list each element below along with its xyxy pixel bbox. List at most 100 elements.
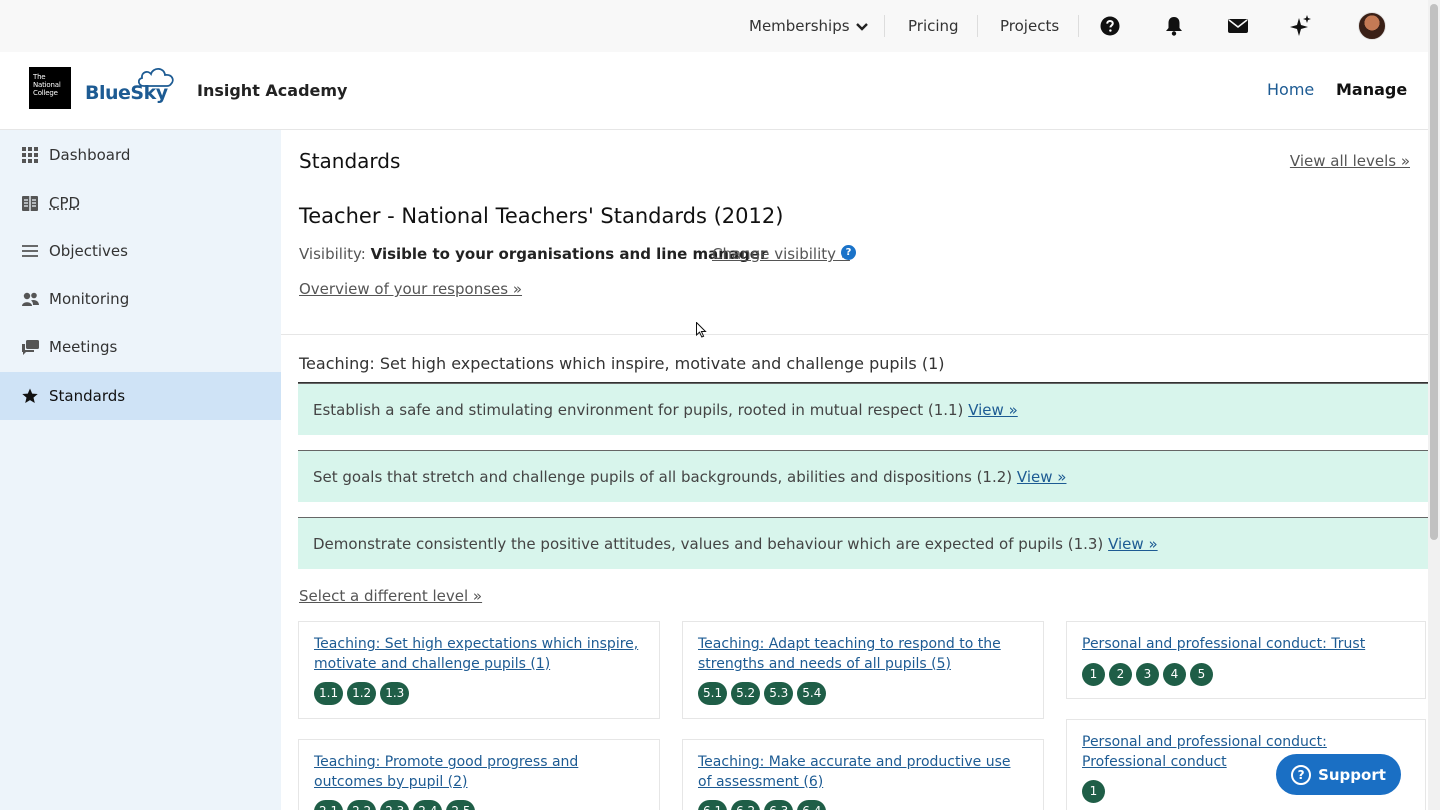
badge-group: 1.1 1.2 1.3 [314,682,644,705]
sidebar-item-label: Meetings [49,338,118,356]
support-button[interactable]: ? Support [1276,754,1401,795]
level-badge[interactable]: 2 [1109,662,1132,686]
bell-icon[interactable] [1162,14,1186,38]
pricing-link[interactable]: Pricing [908,0,959,52]
visibility-label: Visibility: [299,245,366,263]
card-title-link[interactable]: Teaching: Make accurate and productive u… [698,753,1028,792]
sidebar-item-monitoring[interactable]: Monitoring [0,275,281,323]
standard-title: Teacher - National Teachers' Standards (… [299,204,784,228]
top-bar: Memberships Pricing Projects [0,0,1428,52]
sidebar-item-label: Objectives [49,242,128,260]
avatar[interactable] [1358,12,1386,40]
book-icon [21,194,39,212]
level-badge[interactable]: 6.4 [797,800,827,810]
sidebar-item-meetings[interactable]: Meetings [0,323,281,371]
sub-standard-text: Set goals that stretch and challenge pup… [313,468,1013,486]
overview-responses-link[interactable]: Overview of your responses » [299,280,522,298]
level-badge[interactable]: 4 [1163,662,1186,686]
badge-group: 2.1 2.2 2.3 2.4 2.5 [314,800,644,810]
level-badge[interactable]: 1 [1082,662,1105,686]
level-badge[interactable]: 1.3 [380,682,410,705]
visibility-text: Visibility: Visible to your organisation… [299,245,767,263]
level-badge[interactable]: 2.2 [347,800,377,810]
sub-standard-row: Demonstrate consistently the positive at… [298,517,1428,569]
level-badge[interactable]: 1.1 [314,682,344,705]
home-link[interactable]: Home [1267,80,1314,99]
chat-icon [21,338,39,356]
level-badge[interactable]: 2.4 [413,800,443,810]
level-badge[interactable]: 2.5 [446,800,476,810]
sub-standard-text: Establish a safe and stimulating environ… [313,401,964,419]
sidebar-item-label: CPD [49,194,81,212]
memberships-label: Memberships [749,17,850,35]
page-scrollbar[interactable] [1428,0,1440,810]
level-badge[interactable]: 1 [1082,780,1105,803]
national-college-logo[interactable]: The National College [29,67,71,109]
card-title-link[interactable]: Teaching: Adapt teaching to respond to t… [698,635,1028,674]
list-icon [21,242,39,260]
logo-line: National [33,81,61,89]
view-link[interactable]: View » [968,401,1018,419]
nav-separator [1078,15,1079,37]
main-content: Standards View all levels » Teacher - Na… [281,131,1428,810]
visibility-value: Visible to your organisations and line m… [370,245,768,263]
level-badge[interactable]: 5 [1190,662,1213,686]
standard-card: Teaching: Promote good progress and outc… [298,739,660,810]
level-badge[interactable]: 3 [1136,662,1159,686]
help-circle-icon[interactable]: ? [841,245,856,260]
sidebar-item-label: Monitoring [49,290,130,308]
sidebar-item-dashboard[interactable]: Dashboard [0,131,281,179]
standard-card: Teaching: Adapt teaching to respond to t… [682,621,1044,719]
page-title: Standards [299,149,401,173]
level-badge[interactable]: 2.1 [314,800,344,810]
sparkle-icon[interactable] [1289,14,1313,38]
level-badge[interactable]: 6.1 [698,800,728,810]
change-visibility-link[interactable]: Change visibility » [712,245,850,263]
badge-group: 5.1 5.2 5.3 5.4 [698,682,1028,705]
scrollbar-thumb[interactable] [1430,4,1438,540]
card-title-link[interactable]: Teaching: Promote good progress and outc… [314,753,644,792]
sidebar-item-objectives[interactable]: Objectives [0,227,281,275]
sidebar-item-label: Standards [49,387,126,405]
cloud-icon [136,66,176,92]
section-heading: Teaching: Set high expectations which in… [299,354,945,373]
sub-standard-row: Set goals that stretch and challenge pup… [298,450,1428,502]
sidebar-item-label: Dashboard [49,146,131,164]
view-link[interactable]: View » [1017,468,1067,486]
sidebar-item-standards[interactable]: Standards [0,372,281,420]
sidebar-item-cpd[interactable]: CPD [0,179,281,227]
site-header: The National College BlueSky Insight Aca… [0,52,1428,130]
projects-link[interactable]: Projects [1000,0,1059,52]
manage-link[interactable]: Manage [1336,80,1407,99]
sub-standard-row: Establish a safe and stimulating environ… [298,383,1428,435]
level-badge[interactable]: 1.2 [347,682,377,705]
users-icon [21,290,39,308]
star-icon [21,387,39,405]
level-badge[interactable]: 5.4 [797,682,827,705]
nav-separator [884,15,885,37]
level-badge[interactable]: 5.2 [731,682,761,705]
nav-separator [977,15,978,37]
level-badge[interactable]: 5.3 [764,682,794,705]
standard-card: Teaching: Make accurate and productive u… [682,739,1044,810]
view-all-levels-link[interactable]: View all levels » [1290,152,1410,170]
question-icon: ? [1291,764,1312,785]
level-badge[interactable]: 6.3 [764,800,794,810]
level-badge[interactable]: 5.1 [698,682,728,705]
divider [281,334,1428,335]
memberships-menu[interactable]: Memberships [749,0,869,52]
mail-icon[interactable] [1226,14,1250,38]
sub-standard-text: Demonstrate consistently the positive at… [313,535,1104,553]
standard-card: Teaching: Set high expectations which in… [298,621,660,719]
card-title-link[interactable]: Personal and professional conduct: Trust [1082,635,1410,655]
sidebar: Dashboard CPD Objectives Monitoring Meet… [0,130,281,810]
level-badge[interactable]: 6.2 [731,800,761,810]
grid-icon [21,146,39,164]
standard-card: Personal and professional conduct: Trust… [1066,621,1426,699]
help-icon[interactable] [1098,14,1122,38]
level-badge[interactable]: 2.3 [380,800,410,810]
card-title-link[interactable]: Teaching: Set high expectations which in… [314,635,644,674]
view-link[interactable]: View » [1108,535,1158,553]
badge-group: 6.1 6.2 6.3 6.4 [698,800,1028,810]
select-different-level-link[interactable]: Select a different level » [299,587,482,605]
